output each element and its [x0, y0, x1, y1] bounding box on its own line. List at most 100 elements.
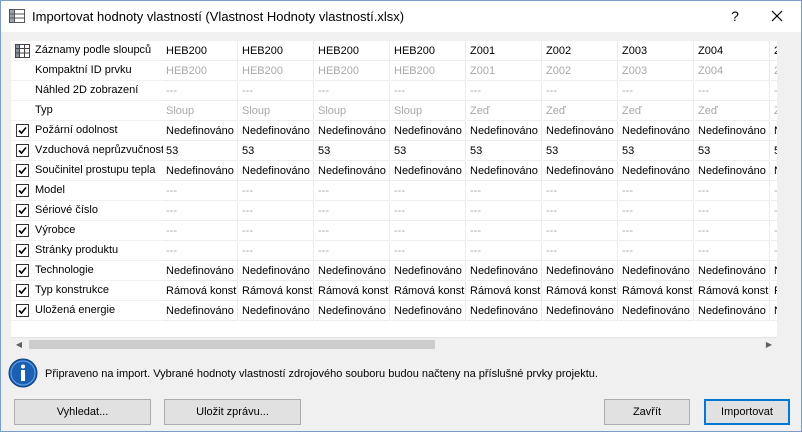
table-cell[interactable]: Sloup — [163, 101, 238, 121]
table-cell[interactable]: --- — [695, 201, 770, 221]
table-cell[interactable]: HEB200 — [315, 61, 390, 81]
table-cell[interactable]: HEB200 — [239, 61, 314, 81]
table-cell[interactable]: --- — [467, 241, 542, 261]
table-cell[interactable]: Nedefinováno — [543, 301, 618, 321]
table-cell[interactable]: --- — [467, 81, 542, 101]
row-checkbox[interactable] — [16, 304, 29, 317]
table-cell[interactable]: --- — [695, 181, 770, 201]
table-cell[interactable]: Z002 — [543, 61, 618, 81]
table-cell[interactable]: Nedefinováno — [315, 121, 390, 141]
table-cell[interactable]: Rámová konst — [467, 281, 542, 301]
table-cell[interactable]: 53 — [315, 141, 390, 161]
table-cell[interactable]: Nedefinováno — [467, 261, 542, 281]
table-cell[interactable]: HEB200 — [391, 61, 466, 81]
table-cell[interactable]: Nedefinováno — [391, 261, 466, 281]
table-cell[interactable]: Nedefinováno — [695, 301, 770, 321]
table-cell[interactable]: Nedefinováno — [391, 121, 466, 141]
table-cell[interactable]: 53 — [467, 141, 542, 161]
table-cell[interactable]: Nedefinováno — [467, 121, 542, 141]
table-cell[interactable]: 53 — [239, 141, 314, 161]
import-button[interactable]: Importovat — [704, 399, 790, 425]
table-cell[interactable]: --- — [391, 221, 466, 241]
table-cell[interactable]: --- — [163, 241, 238, 261]
table-cell[interactable]: Zeď — [467, 101, 542, 121]
table-cell[interactable]: Nedefinováno — [239, 161, 314, 181]
table-cell[interactable]: --- — [239, 181, 314, 201]
row-checkbox[interactable] — [16, 284, 29, 297]
table-cell[interactable]: --- — [163, 221, 238, 241]
scrollbar-thumb[interactable] — [29, 340, 435, 349]
table-cell[interactable]: Nedefinováno — [619, 261, 694, 281]
table-cell[interactable]: --- — [619, 201, 694, 221]
table-cell[interactable]: Nedefinováno — [391, 161, 466, 181]
table-cell[interactable]: --- — [695, 221, 770, 241]
table-cell[interactable]: Nedefinováno — [315, 161, 390, 181]
close-button[interactable]: Zavřít — [604, 399, 690, 425]
table-cell[interactable]: 53 — [695, 141, 770, 161]
table-cell[interactable]: Nedefinováno — [619, 121, 694, 141]
table-cell[interactable]: Rámová konst — [315, 281, 390, 301]
table-cell[interactable]: --- — [163, 201, 238, 221]
table-cell[interactable]: Nedefinováno — [239, 261, 314, 281]
row-checkbox[interactable] — [16, 164, 29, 177]
table-cell[interactable]: Nedefinováno — [315, 301, 390, 321]
table-cell[interactable]: Sloup — [391, 101, 466, 121]
save-report-button[interactable]: Uložit zprávu... — [164, 399, 301, 425]
table-cell[interactable]: --- — [391, 81, 466, 101]
table-cell[interactable]: --- — [315, 81, 390, 101]
row-checkbox[interactable] — [16, 244, 29, 257]
table-cell[interactable]: --- — [695, 81, 770, 101]
table-cell[interactable]: Nedefinováno — [239, 121, 314, 141]
table-cell[interactable]: Z003 — [619, 61, 694, 81]
table-cell[interactable]: --- — [619, 181, 694, 201]
table-cell[interactable]: Rámová konst — [391, 281, 466, 301]
table-cell[interactable]: --- — [239, 201, 314, 221]
find-button[interactable]: Vyhledat... — [14, 399, 151, 425]
table-cell[interactable]: Nedefinováno — [163, 301, 238, 321]
table-cell[interactable]: --- — [391, 241, 466, 261]
table-cell[interactable]: --- — [239, 221, 314, 241]
table-cell[interactable]: --- — [467, 181, 542, 201]
row-checkbox[interactable] — [16, 204, 29, 217]
table-cell[interactable]: --- — [619, 241, 694, 261]
row-checkbox[interactable] — [16, 144, 29, 157]
table-cell[interactable]: --- — [315, 181, 390, 201]
table-cell[interactable]: --- — [163, 181, 238, 201]
table-cell[interactable]: Nedefinováno — [163, 261, 238, 281]
table-cell[interactable]: Rámová konst — [239, 281, 314, 301]
table-cell[interactable]: --- — [391, 181, 466, 201]
table-cell[interactable]: --- — [239, 241, 314, 261]
table-cell[interactable]: --- — [239, 81, 314, 101]
table-cell[interactable]: Zeď — [619, 101, 694, 121]
close-window-button[interactable] — [759, 5, 795, 27]
table-cell[interactable]: --- — [619, 81, 694, 101]
table-cell[interactable]: Z004 — [695, 61, 770, 81]
table-cell[interactable]: --- — [163, 81, 238, 101]
property-grid[interactable]: Záznamy podle sloupců HEB200 HEB200 HEB200… — [11, 41, 777, 337]
help-button[interactable]: ? — [721, 5, 749, 27]
table-cell[interactable]: Nedefinováno — [467, 301, 542, 321]
table-cell[interactable]: Nedefinováno — [695, 161, 770, 181]
table-cell[interactable]: Rámová konst — [543, 281, 618, 301]
table-cell[interactable]: Sloup — [315, 101, 390, 121]
table-cell[interactable]: Nedefinováno — [543, 161, 618, 181]
table-cell[interactable]: Nedefinováno — [619, 161, 694, 181]
table-cell[interactable]: 53 — [391, 141, 466, 161]
table-cell[interactable]: Nedefinováno — [163, 121, 238, 141]
table-cell[interactable]: --- — [315, 221, 390, 241]
table-cell[interactable]: HEB200 — [163, 61, 238, 81]
table-cell[interactable]: Nedefinováno — [239, 301, 314, 321]
table-cell[interactable]: --- — [315, 201, 390, 221]
table-cell[interactable]: --- — [543, 221, 618, 241]
records-by-columns-icon[interactable] — [15, 44, 30, 58]
horizontal-scrollbar[interactable]: ◀ ▶ — [11, 337, 777, 351]
table-cell[interactable]: 53 — [543, 141, 618, 161]
table-cell[interactable]: --- — [391, 201, 466, 221]
scroll-right-arrow-icon[interactable]: ▶ — [761, 338, 777, 351]
table-cell[interactable]: --- — [543, 241, 618, 261]
table-cell[interactable]: Nedefinováno — [163, 161, 238, 181]
table-cell[interactable]: Zeď — [695, 101, 770, 121]
table-cell[interactable]: --- — [467, 201, 542, 221]
table-cell[interactable]: Rámová konst — [695, 281, 770, 301]
scroll-left-arrow-icon[interactable]: ◀ — [11, 338, 27, 351]
